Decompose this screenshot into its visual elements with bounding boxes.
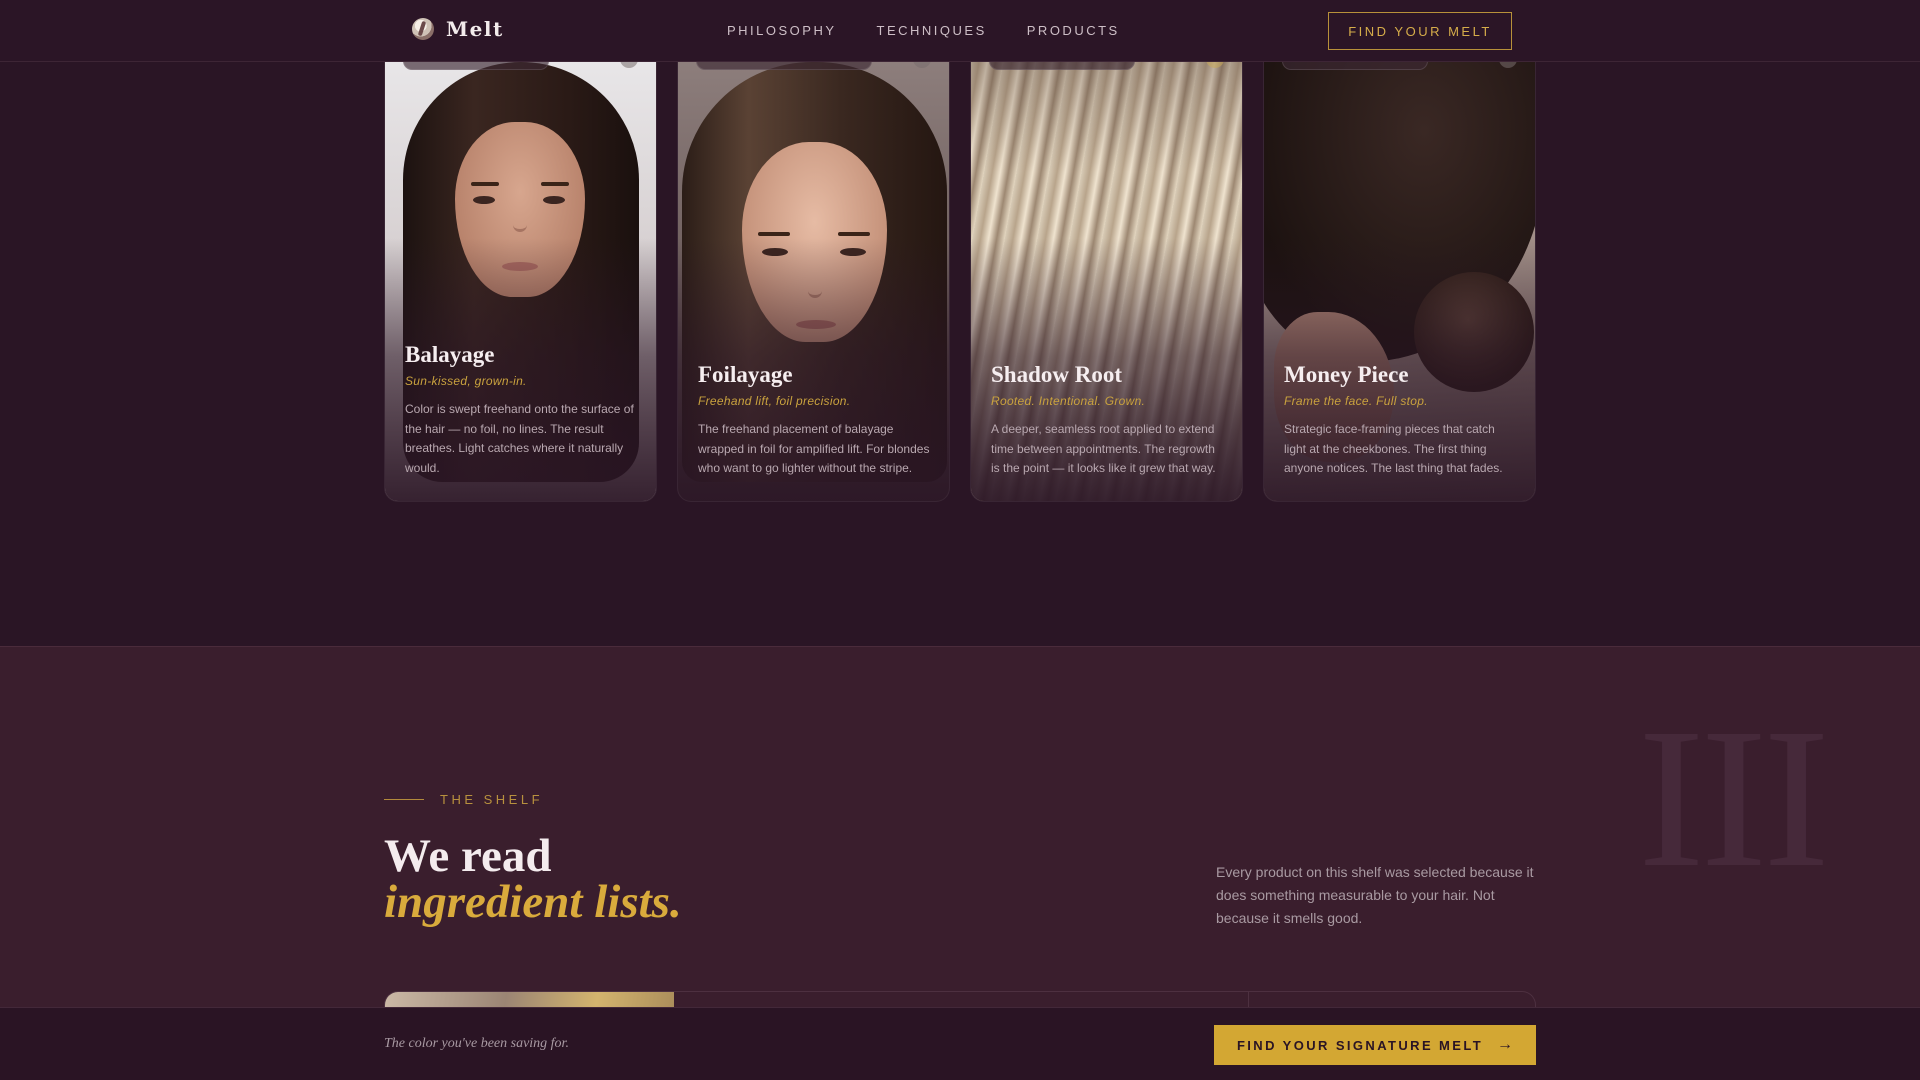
card-body: Balayage Sun-kissed, grown-in. Color is …	[405, 342, 638, 478]
eyebrow-text: THE SHELF	[440, 792, 544, 807]
card-description: Strategic face-framing pieces that catch…	[1284, 422, 1503, 475]
shelf-description: Every product on this shelf was selected…	[1216, 864, 1534, 926]
shelf-title-accent: ingredient lists.	[384, 876, 682, 928]
technique-card-shadow-root[interactable]: Shadow Root Rooted. Intentional. Grown. …	[970, 62, 1243, 502]
card-badge	[403, 62, 549, 70]
technique-card-money-piece[interactable]: Money Piece Frame the face. Full stop. S…	[1263, 62, 1536, 502]
card-title: Money Piece	[1284, 362, 1409, 387]
sticky-cta-label: FIND YOUR SIGNATURE MELT	[1236, 1037, 1484, 1053]
find-your-melt-button[interactable]: FIND YOUR MELT	[1328, 12, 1512, 50]
technique-card-balayage[interactable]: Balayage Sun-kissed, grown-in. Color is …	[384, 62, 657, 502]
arrow-right-icon: →	[1497, 1036, 1514, 1053]
melt-logo-icon	[412, 18, 434, 40]
shelf-eyebrow: THE SHELF	[384, 792, 543, 807]
card-description: Color is swept freehand onto the surface…	[405, 402, 634, 475]
card-badge	[696, 62, 872, 70]
card-title: Shadow Root	[991, 362, 1123, 387]
card-body: Money Piece Frame the face. Full stop. S…	[1284, 362, 1517, 479]
techniques-grid: Balayage Sun-kissed, grown-in. Color is …	[384, 62, 1536, 502]
card-description: A deeper, seamless root applied to exten…	[991, 422, 1216, 475]
card-title: Foilayage	[698, 362, 793, 387]
brand[interactable]: Melt	[412, 17, 504, 41]
card-subtitle: Rooted. Intentional. Grown.	[991, 394, 1146, 408]
card-badge	[1282, 62, 1428, 70]
card-subtitle: Sun-kissed, grown-in.	[405, 374, 527, 388]
nav-link-products[interactable]: PRODUCTS	[1027, 23, 1120, 38]
card-body: Foilayage Freehand lift, foil precision.…	[698, 362, 931, 479]
nav-link-philosophy[interactable]: PHILOSOPHY	[727, 23, 837, 38]
nav-links: PHILOSOPHY TECHNIQUES PRODUCTS	[727, 23, 1120, 38]
card-subtitle: Freehand lift, foil precision.	[698, 394, 851, 408]
card-subtitle: Frame the face. Full stop.	[1284, 394, 1428, 408]
eyebrow-rule	[384, 799, 424, 800]
section-numeral: III	[1638, 688, 1830, 909]
sticky-tagline: The color you've been saving for.	[384, 1036, 569, 1051]
card-badge	[989, 62, 1135, 70]
brand-name: Melt	[446, 17, 504, 41]
card-body: Shadow Root Rooted. Intentional. Grown. …	[991, 362, 1224, 479]
find-your-signature-melt-button[interactable]: FIND YOUR SIGNATURE MELT →	[1214, 1025, 1536, 1065]
technique-card-foilayage[interactable]: Foilayage Freehand lift, foil precision.…	[677, 62, 950, 502]
top-nav: Melt PHILOSOPHY TECHNIQUES PRODUCTS FIND…	[0, 0, 1920, 62]
sticky-cta-bar: The color you've been saving for. FIND Y…	[0, 1007, 1920, 1080]
card-title: Balayage	[405, 342, 495, 367]
nav-link-techniques[interactable]: TECHNIQUES	[877, 23, 987, 38]
card-description: The freehand placement of balayage wrapp…	[698, 422, 930, 475]
